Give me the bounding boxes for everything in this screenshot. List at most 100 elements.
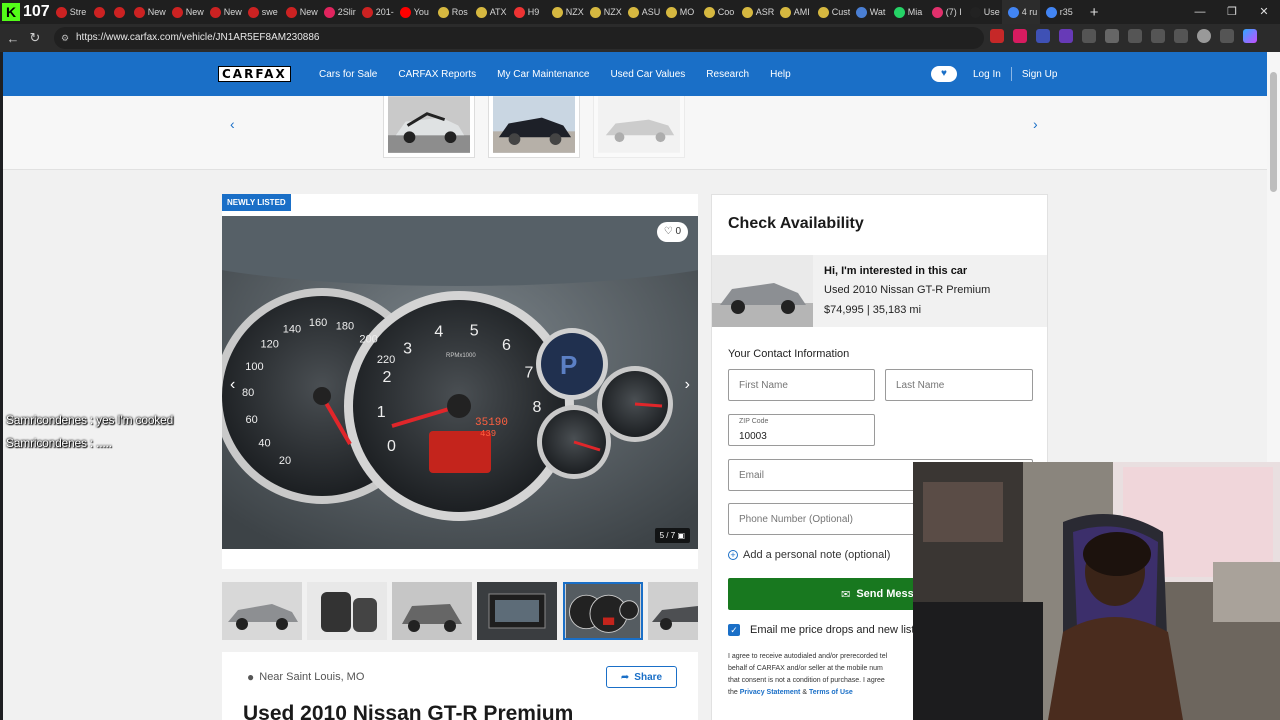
- thumbnail-5-selected[interactable]: [563, 582, 643, 640]
- related-car-thumbnail[interactable]: [383, 96, 475, 158]
- browser-tab[interactable]: NZX: [584, 0, 622, 24]
- car-photo: [388, 96, 470, 153]
- extension-icon[interactable]: [1082, 29, 1096, 43]
- checkbox-checked[interactable]: ✓: [728, 624, 740, 636]
- browser-tab[interactable]: H9: [508, 0, 546, 24]
- gauge-label: 7: [525, 365, 534, 382]
- browser-tab[interactable]: Stre: [50, 0, 88, 24]
- browser-tab[interactable]: [88, 0, 108, 24]
- browser-tab[interactable]: swe: [242, 0, 280, 24]
- nav-research[interactable]: Research: [706, 69, 749, 80]
- contact-heading: Your Contact Information: [728, 348, 850, 360]
- carfax-logo[interactable]: CARFAX: [218, 66, 291, 82]
- favorite-button[interactable]: ♡ 0: [656, 222, 688, 242]
- favorites-icon[interactable]: [1151, 29, 1165, 43]
- tab-favicon-icon: [817, 6, 829, 18]
- browser-tab[interactable]: 4 ru: [1001, 0, 1040, 24]
- main-vehicle-photo[interactable]: RPMx1000 35190 439 P 0 1 2 3 4 5 6 7 8 20 40 60 80 10…: [222, 216, 698, 549]
- related-car-thumbnail[interactable]: [488, 96, 580, 158]
- share-button[interactable]: ➦ Share: [606, 666, 677, 688]
- thumbnail-6[interactable]: [648, 582, 698, 640]
- browser-tab[interactable]: New: [166, 0, 204, 24]
- last-name-field[interactable]: [885, 369, 1033, 401]
- chevron-left-icon[interactable]: ‹: [230, 116, 235, 132]
- extension-icon[interactable]: [1036, 29, 1050, 43]
- close-window-button[interactable]: ✕: [1248, 0, 1280, 24]
- thumbnail-4[interactable]: [477, 582, 557, 640]
- nav-cars-for-sale[interactable]: Cars for Sale: [319, 69, 377, 80]
- browser-tab[interactable]: ASR: [736, 0, 774, 24]
- extension-icon[interactable]: [1105, 29, 1119, 43]
- thumbnail-1[interactable]: [222, 582, 302, 640]
- gallery-icon: ▣: [677, 531, 685, 540]
- tab-favicon-icon: [113, 6, 125, 18]
- collections-icon[interactable]: [1174, 29, 1188, 43]
- tab-favicon-icon: [285, 6, 297, 18]
- browser-tab[interactable]: NZX: [546, 0, 584, 24]
- site-info-icon[interactable]: ⚙: [61, 27, 69, 49]
- back-icon[interactable]: ←: [2, 31, 24, 46]
- browser-tab[interactable]: Ros: [432, 0, 470, 24]
- browser-tab[interactable]: ATX: [470, 0, 508, 24]
- extension-icon[interactable]: [990, 29, 1004, 43]
- nav-help[interactable]: Help: [770, 69, 791, 80]
- reload-icon[interactable]: ↻: [24, 30, 46, 46]
- next-photo-icon[interactable]: ›: [685, 376, 690, 394]
- chevron-right-icon[interactable]: ›: [1033, 116, 1038, 132]
- maximize-button[interactable]: ❐: [1216, 0, 1248, 24]
- previous-photo-icon[interactable]: ‹: [230, 376, 235, 394]
- tab-label: ATX: [489, 7, 507, 17]
- browser-tab[interactable]: You: [394, 0, 432, 24]
- thumbnail-3[interactable]: [392, 582, 472, 640]
- zip-code-value: 10003: [739, 431, 767, 442]
- browser-tab[interactable]: New: [204, 0, 242, 24]
- browser-tab[interactable]: 2Slir: [318, 0, 356, 24]
- nav-used-car-values[interactable]: Used Car Values: [610, 69, 685, 80]
- browser-tab[interactable]: Cust: [812, 0, 850, 24]
- privacy-statement-link[interactable]: Privacy Statement: [740, 689, 801, 696]
- rpm-unit: RPMx1000: [446, 353, 476, 359]
- nav-my-car-maintenance[interactable]: My Car Maintenance: [497, 69, 589, 80]
- url-field[interactable]: ⚙ https://www.carfax.com/vehicle/JN1AR5E…: [54, 27, 984, 49]
- tab-favicon-icon: [209, 6, 221, 18]
- saved-heart-icon[interactable]: ♥: [931, 66, 957, 82]
- first-name-field[interactable]: [728, 369, 875, 401]
- zip-code-field[interactable]: ZIP Code 10003: [728, 414, 875, 446]
- price-drop-opt-in[interactable]: ✓ Email me price drops and new listi: [728, 624, 917, 636]
- gauge-label: 40: [258, 438, 270, 450]
- browser-tab[interactable]: Wat: [850, 0, 888, 24]
- browser-tab[interactable]: New: [280, 0, 318, 24]
- browser-tab[interactable]: ASU: [622, 0, 660, 24]
- extension-icon[interactable]: [1059, 29, 1073, 43]
- menu-icon[interactable]: [1220, 29, 1234, 43]
- tab-label: Cust: [831, 7, 850, 17]
- browser-tab[interactable]: Coo: [698, 0, 736, 24]
- browser-tab[interactable]: New: [128, 0, 166, 24]
- login-link[interactable]: Log In: [973, 69, 1001, 80]
- chat-message: Samricondenes : .....: [6, 436, 112, 450]
- nav-carfax-reports[interactable]: CARFAX Reports: [398, 69, 476, 80]
- thumbnail-2[interactable]: [307, 582, 387, 640]
- extension-icon[interactable]: [1013, 29, 1027, 43]
- add-note-link[interactable]: + Add a personal note (optional): [728, 549, 890, 561]
- browser-tab[interactable]: [108, 0, 128, 24]
- browser-tab[interactable]: MO: [660, 0, 698, 24]
- browser-tab[interactable]: r35: [1040, 0, 1078, 24]
- extension-icon[interactable]: [1128, 29, 1142, 43]
- terms-of-use-link[interactable]: Terms of Use: [809, 689, 853, 696]
- browser-tab[interactable]: AMI: [774, 0, 812, 24]
- browser-tab[interactable]: 201-: [356, 0, 394, 24]
- browser-tab[interactable]: (7) I: [926, 0, 964, 24]
- copilot-icon[interactable]: [1243, 29, 1257, 43]
- tab-label: New: [299, 7, 318, 17]
- browser-tab[interactable]: Use: [964, 0, 1002, 24]
- new-tab-button[interactable]: +: [1078, 4, 1111, 21]
- profile-avatar[interactable]: [1197, 29, 1211, 43]
- signup-link[interactable]: Sign Up: [1022, 69, 1058, 80]
- tab-favicon-icon: [931, 6, 943, 18]
- minimize-button[interactable]: —: [1184, 0, 1216, 24]
- browser-tab[interactable]: Mia: [888, 0, 926, 24]
- scrollbar-thumb[interactable]: [1270, 72, 1277, 192]
- webcam-feed: [913, 462, 1280, 720]
- related-car-thumbnail[interactable]: [593, 96, 685, 158]
